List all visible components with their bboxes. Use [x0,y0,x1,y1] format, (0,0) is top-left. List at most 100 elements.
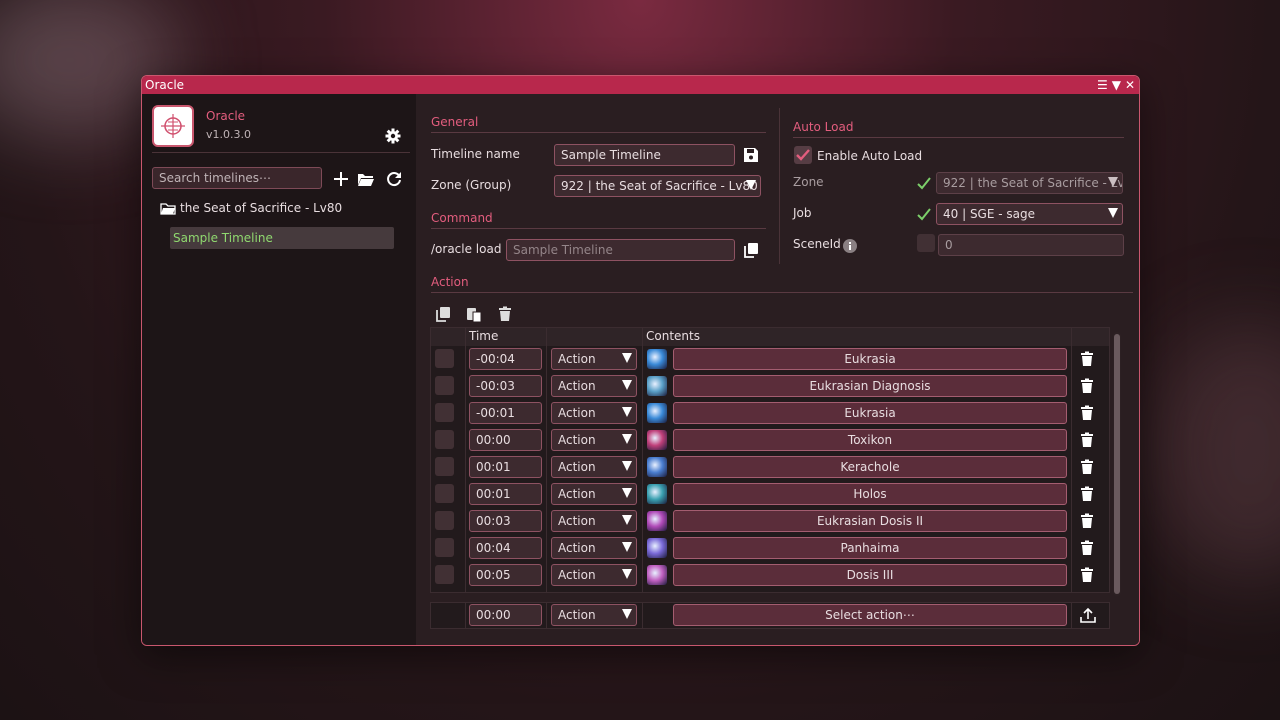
table-row: -00:04 Action Eukrasia [431,346,1109,373]
job-select[interactable]: 40 | SGE - sage [936,203,1123,225]
row-type-select[interactable]: Action [551,375,637,397]
row-type-select[interactable]: Action [551,456,637,478]
trash-icon[interactable] [1080,405,1094,421]
row-content-button[interactable]: Eukrasia [673,402,1067,424]
tree-folder[interactable]: the Seat of Sacrifice - Lv80 [160,201,342,215]
autoload-zone-select[interactable]: 922 | the Seat of Sacrifice - Lv80 [936,172,1123,194]
tree-folder-label: the Seat of Sacrifice - Lv80 [180,201,343,215]
table-row: 00:01 Action Kerachole [431,454,1109,481]
scrollbar-thumb[interactable] [1114,334,1120,594]
oracle-window: Oracle ☰ ▼ ✕ Oracle v1.0.3.0 Search time… [141,75,1140,646]
row-time-input[interactable]: -00:01 [469,402,542,424]
row-checkbox[interactable] [435,457,454,476]
gear-icon[interactable] [385,128,401,144]
row-time-input[interactable]: 00:00 [469,429,542,451]
section-command: Command [431,211,493,225]
row-checkbox[interactable] [435,538,454,557]
enable-autoload-checkbox[interactable] [794,146,812,164]
select-action-button[interactable]: Select action⋯ [673,604,1067,626]
table-row: -00:01 Action Eukrasia [431,400,1109,427]
row-content-button[interactable]: Toxikon [673,429,1067,451]
trash-icon[interactable] [1080,351,1094,367]
row-checkbox[interactable] [435,403,454,422]
command-input[interactable]: Sample Timeline [506,239,735,261]
zone-group-value: 922 | the Seat of Sacrifice - Lv80 [561,179,758,193]
table-scrollbar[interactable] [1113,332,1121,596]
app-version: v1.0.3.0 [206,128,251,141]
row-time-input[interactable]: 00:01 [469,456,542,478]
row-type-value: Action [558,568,596,582]
title-bar[interactable]: Oracle ☰ ▼ ✕ [142,76,1139,94]
timeline-name-input[interactable]: Sample Timeline [554,144,735,166]
trash-icon[interactable] [1080,486,1094,502]
new-type-select[interactable]: Action [551,604,637,626]
row-checkbox[interactable] [435,511,454,530]
action-divider [431,292,1133,293]
search-input[interactable]: Search timelines⋯ [152,167,322,189]
row-content-button[interactable]: Panhaima [673,537,1067,559]
sceneid-input[interactable]: 0 [938,234,1124,256]
trash-icon[interactable] [1080,540,1094,556]
row-type-select[interactable]: Action [551,537,637,559]
row-type-select[interactable]: Action [551,402,637,424]
tree-item-selected[interactable]: Sample Timeline [170,227,394,249]
row-time-input[interactable]: 00:01 [469,483,542,505]
action-table: Time Contents -00:04 Action Eukrasia -00:03… [430,327,1110,593]
section-general: General [431,115,479,129]
row-type-select[interactable]: Action [551,429,637,451]
sceneid-checkbox[interactable] [917,234,935,252]
trash-icon[interactable] [497,306,513,322]
row-content-button[interactable]: Holos [673,483,1067,505]
trash-icon[interactable] [1080,432,1094,448]
refresh-icon[interactable] [385,170,403,188]
row-checkbox[interactable] [435,376,454,395]
close-icon[interactable]: ✕ [1125,78,1135,92]
section-action: Action [431,275,469,289]
collapse-icon[interactable]: ▼ [1112,78,1121,92]
row-content-button[interactable]: Eukrasian Dosis II [673,510,1067,532]
paste-icon[interactable] [466,306,482,322]
row-type-value: Action [558,433,596,447]
row-checkbox[interactable] [435,565,454,584]
row-type-select[interactable]: Action [551,510,637,532]
row-time-input[interactable]: 00:04 [469,537,542,559]
row-type-value: Action [558,379,596,393]
row-content-button[interactable]: Dosis III [673,564,1067,586]
checkmark-icon [796,149,810,161]
row-content-button[interactable]: Eukrasian Diagnosis [673,375,1067,397]
row-type-select[interactable]: Action [551,483,637,505]
table-row: 00:01 Action Holos [431,481,1109,508]
row-checkbox[interactable] [435,349,454,368]
row-content-button[interactable]: Eukrasia [673,348,1067,370]
add-icon[interactable] [332,170,350,188]
trash-icon[interactable] [1080,513,1094,529]
copy-icon[interactable] [743,242,759,258]
folder-icon [160,202,176,215]
row-type-select[interactable]: Action [551,564,637,586]
copy-icon[interactable] [435,306,451,322]
row-time-input[interactable]: 00:05 [469,564,542,586]
autoload-divider [793,137,1124,138]
trash-icon[interactable] [1080,378,1094,394]
job-label: Job [793,206,812,220]
chevron-down-icon [622,353,632,363]
info-icon[interactable] [842,238,858,254]
menu-icon[interactable]: ☰ [1097,78,1108,92]
trash-icon[interactable] [1080,459,1094,475]
action-icon [647,376,667,396]
row-content-button[interactable]: Kerachole [673,456,1067,478]
save-icon[interactable] [743,147,759,163]
new-time-input[interactable]: 00:00 [469,604,542,626]
row-type-value: Action [558,487,596,501]
row-time-input[interactable]: -00:03 [469,375,542,397]
folder-open-icon[interactable] [357,170,375,188]
trash-icon[interactable] [1080,567,1094,583]
row-time-input[interactable]: 00:03 [469,510,542,532]
row-type-select[interactable]: Action [551,348,637,370]
zone-group-select[interactable]: 922 | the Seat of Sacrifice - Lv80 [554,175,761,197]
upload-icon[interactable] [1080,607,1096,623]
row-checkbox[interactable] [435,430,454,449]
table-row: 00:04 Action Panhaima [431,535,1109,562]
row-time-input[interactable]: -00:04 [469,348,542,370]
row-checkbox[interactable] [435,484,454,503]
